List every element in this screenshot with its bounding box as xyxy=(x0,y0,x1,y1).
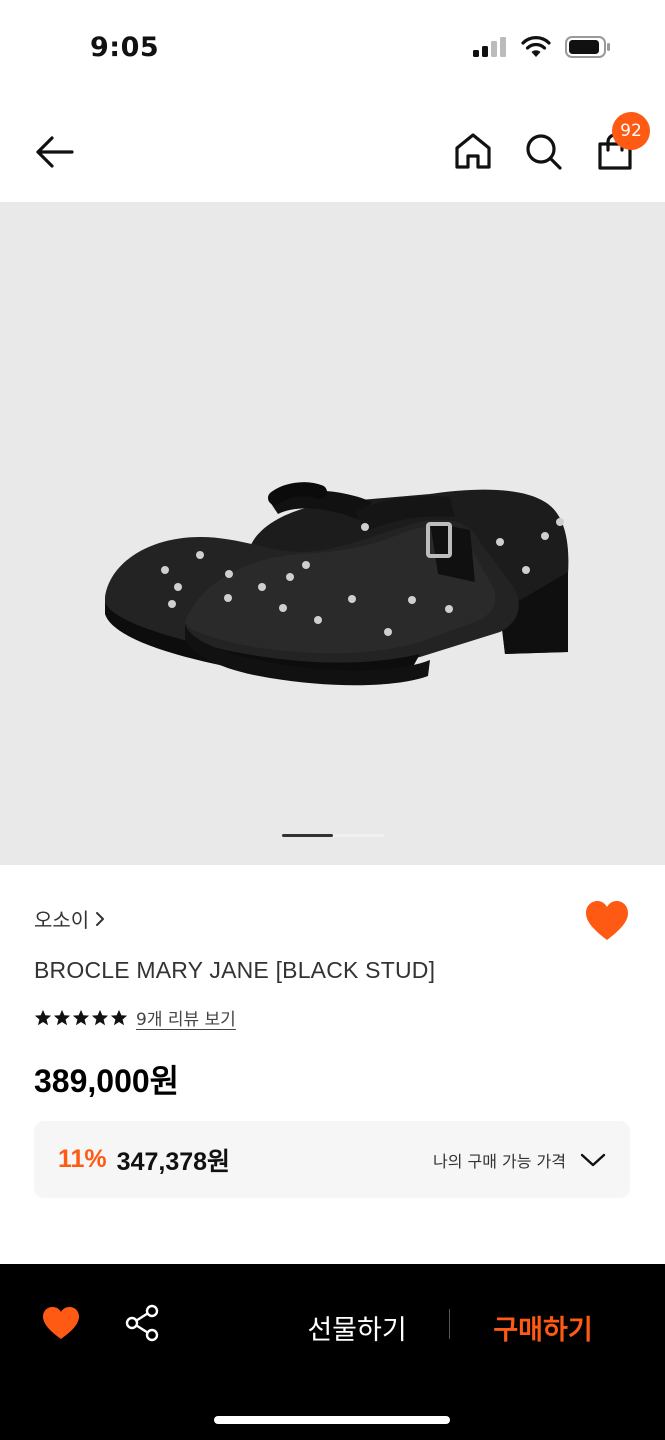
rating-stars xyxy=(34,1009,128,1027)
chevron-down-icon xyxy=(580,1153,606,1166)
star-icon xyxy=(53,1009,71,1025)
product-name: BROCLE MARY JANE [BLACK STUD] xyxy=(34,957,436,983)
gallery-page-indicator xyxy=(282,834,384,837)
star-icon xyxy=(34,1009,52,1025)
discounted-price: 347,378원 xyxy=(116,1147,231,1176)
wishlist-heart-icon[interactable] xyxy=(584,900,630,942)
status-time: 9:05 xyxy=(90,32,160,63)
star-icon xyxy=(91,1009,109,1025)
product-photo-shoes xyxy=(105,482,569,686)
star-icon xyxy=(110,1009,128,1025)
back-arrow-icon[interactable] xyxy=(32,130,76,174)
search-icon[interactable] xyxy=(522,130,564,172)
chevron-right-icon xyxy=(96,911,105,926)
bottom-action-bar: 선물하기 구매하기 xyxy=(0,1264,665,1440)
button-divider xyxy=(449,1309,450,1339)
brand-link[interactable]: 오소이 xyxy=(34,904,105,933)
discount-rate: 11% xyxy=(58,1145,107,1173)
home-indicator xyxy=(214,1416,450,1424)
rating-row: 9개 리뷰 보기 xyxy=(34,1005,236,1030)
brand-name: 오소이 xyxy=(34,908,90,932)
my-price-label: 나의 구매 가능 가격 xyxy=(432,1151,566,1171)
status-icons xyxy=(473,36,611,58)
product-price: 389,000원 xyxy=(34,1063,180,1099)
my-price-box[interactable]: 11% 347,378원 나의 구매 가능 가격 xyxy=(34,1121,630,1198)
buy-button[interactable]: 구매하기 xyxy=(474,1308,612,1347)
pager-fill xyxy=(282,834,333,837)
cellular-signal-icon xyxy=(473,37,506,57)
cart-count-badge: 92 xyxy=(612,112,650,150)
share-icon[interactable] xyxy=(124,1304,160,1342)
status-bar: 9:05 xyxy=(0,0,665,100)
wifi-icon xyxy=(521,36,551,57)
gift-button[interactable]: 선물하기 xyxy=(290,1308,424,1347)
battery-icon xyxy=(565,36,610,58)
top-nav-bar xyxy=(0,100,665,202)
home-icon[interactable] xyxy=(452,130,494,172)
review-link[interactable]: 9개 리뷰 보기 xyxy=(136,1005,236,1030)
heart-icon[interactable] xyxy=(42,1306,80,1340)
product-image-gallery[interactable] xyxy=(0,202,665,865)
star-icon xyxy=(72,1009,90,1025)
